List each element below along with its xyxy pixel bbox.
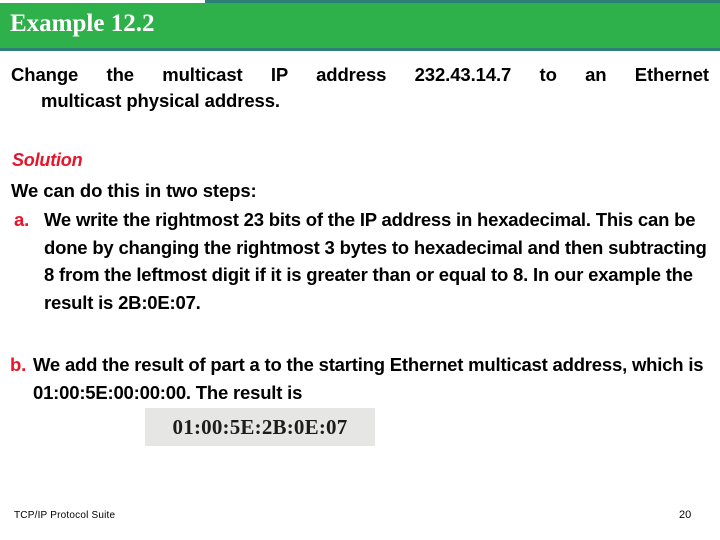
list-item-marker-a: a.: [14, 209, 30, 230]
result-box: 01:00:5E:2B:0E:07: [145, 408, 375, 446]
slide-canvas: Example 12.2 Change the multicast IP add…: [0, 0, 720, 540]
list-item-marker-b: b.: [10, 354, 27, 375]
list-item-text-b: We add the result of part a to the start…: [33, 354, 704, 403]
list-item: a. We write the rightmost 23 bits of the…: [14, 206, 714, 316]
list-item: b. We add the result of part a to the st…: [10, 351, 710, 406]
question-line-2: multicast physical address.: [41, 90, 280, 111]
solution-heading: Solution: [12, 150, 83, 170]
page-title: Example 12.2: [10, 10, 155, 37]
slide-header: Example 12.2: [0, 0, 720, 52]
list-item-text-a: We write the rightmost 23 bits of the IP…: [44, 209, 707, 313]
result-address-value: 01:00:5E:2B:0E:07: [172, 414, 348, 439]
question-line-1: Change the multicast IP address 232.43.1…: [11, 64, 709, 85]
footer-page-number: 20: [679, 509, 692, 521]
footer-book-title: TCP/IP Protocol Suite: [14, 510, 116, 521]
header-bottom-rule: [0, 48, 720, 51]
steps-intro-text: We can do this in two steps:: [11, 180, 257, 201]
question-paragraph: Change the multicast IP address 232.43.1…: [11, 62, 709, 114]
